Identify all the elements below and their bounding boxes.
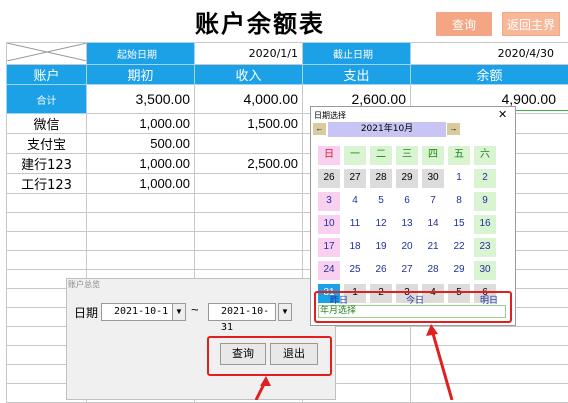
prev-month-button[interactable]: ←: [313, 123, 326, 135]
weekday-header: 二: [370, 146, 392, 165]
calendar-day[interactable]: 11: [344, 215, 366, 234]
calendar-day[interactable]: 14: [422, 215, 444, 234]
header-balance: 余额: [411, 65, 568, 85]
weekday-header: 五: [448, 146, 470, 165]
start-date-value[interactable]: 2020/1/1: [195, 43, 303, 65]
opening-cell[interactable]: 1,000.00: [87, 174, 195, 194]
income-cell[interactable]: [195, 134, 303, 154]
calendar-day[interactable]: 25: [344, 261, 366, 280]
calendar-day-other-month[interactable]: 30: [422, 169, 444, 188]
calendar-day[interactable]: 8: [448, 192, 470, 211]
calendar-day-other-month[interactable]: 29: [396, 169, 418, 188]
header-account: 账户: [7, 65, 87, 85]
calendar-day[interactable]: 28: [422, 261, 444, 280]
income-cell[interactable]: 2,500.00: [195, 154, 303, 174]
corner-cell: [7, 43, 87, 65]
income-cell[interactable]: [195, 174, 303, 194]
calendar-day[interactable]: 18: [344, 238, 366, 257]
total-income[interactable]: 4,000.00: [195, 85, 303, 114]
back-to-main-button[interactable]: 返回主界面: [502, 12, 560, 36]
calendar-day[interactable]: 10: [318, 215, 340, 234]
calendar-day[interactable]: 22: [448, 238, 470, 257]
next-month-button[interactable]: →: [447, 123, 460, 135]
dialog-title: 账户总览: [68, 279, 100, 290]
calendar-day[interactable]: 15: [448, 215, 470, 234]
calendar-day[interactable]: 30: [474, 261, 496, 280]
calendar-day[interactable]: 2: [474, 169, 496, 188]
calendar-day[interactable]: 20: [396, 238, 418, 257]
dropdown-arrow-icon: ▼: [175, 307, 183, 316]
weekday-header: 三: [396, 146, 418, 165]
calendar-day[interactable]: 13: [396, 215, 418, 234]
calendar-day[interactable]: 7: [422, 192, 444, 211]
arrow-head-icon: [426, 324, 438, 336]
query-button[interactable]: 查询: [436, 12, 492, 36]
opening-cell[interactable]: 1,000.00: [87, 114, 195, 134]
annotation-arrows: [230, 318, 550, 400]
end-date-label: 截止日期: [303, 43, 411, 65]
calendar-day[interactable]: 9: [474, 192, 496, 211]
income-cell[interactable]: 1,500.00: [195, 114, 303, 134]
selection-line: [516, 110, 568, 111]
picker-title: 日期选择: [314, 110, 346, 121]
calendar-day[interactable]: 26: [370, 261, 392, 280]
sheet-title: 账户余额表: [150, 4, 370, 38]
calendar-day[interactable]: 23: [474, 238, 496, 257]
arrow-head-icon: [260, 376, 271, 386]
header-opening: 期初: [87, 65, 195, 85]
weekday-header: 日: [318, 146, 340, 165]
calendar-day[interactable]: 29: [448, 261, 470, 280]
total-opening[interactable]: 3,500.00: [87, 85, 195, 114]
calendar-day[interactable]: 24: [318, 261, 340, 280]
calendar-day[interactable]: 12: [370, 215, 392, 234]
account-cell[interactable]: 建行123: [7, 154, 87, 174]
from-date-dropdown-button[interactable]: ▼: [172, 303, 186, 321]
calendar-day[interactable]: 1: [448, 169, 470, 188]
header-income: 收入: [195, 65, 303, 85]
arrow-icon: [432, 330, 452, 400]
from-date-input[interactable]: 2021-10-1: [101, 303, 173, 321]
account-cell[interactable]: 工行123: [7, 174, 87, 194]
calendar-day[interactable]: 27: [396, 261, 418, 280]
total-label: 合计: [7, 85, 87, 114]
diagonal-cross-icon: [7, 43, 87, 61]
weekday-header: 一: [344, 146, 366, 165]
calendar-day[interactable]: 3: [318, 192, 340, 211]
header-expense: 支出: [303, 65, 411, 85]
calendar-grid: 日一二三四五六262728293012345678910111213141516…: [316, 144, 504, 305]
calendar-day[interactable]: 21: [422, 238, 444, 257]
calendar-day[interactable]: 6: [396, 192, 418, 211]
calendar-day[interactable]: 17: [318, 238, 340, 257]
month-label[interactable]: 2021年10月: [328, 122, 446, 137]
account-cell[interactable]: 微信: [7, 114, 87, 134]
calendar-day[interactable]: 5: [370, 192, 392, 211]
date-label: 日期: [74, 304, 98, 321]
calendar-day[interactable]: 19: [370, 238, 392, 257]
end-date-value[interactable]: 2020/4/30: [411, 43, 568, 65]
account-cell[interactable]: 支付宝: [7, 134, 87, 154]
start-date-label: 起始日期: [87, 43, 195, 65]
calendar-day-other-month[interactable]: 28: [370, 169, 392, 188]
calendar-day-other-month[interactable]: 27: [344, 169, 366, 188]
weekday-header: 四: [422, 146, 444, 165]
year-month-select[interactable]: 年月选择: [318, 305, 506, 318]
opening-cell[interactable]: 500.00: [87, 134, 195, 154]
calendar-day[interactable]: 16: [474, 215, 496, 234]
close-icon[interactable]: ✕: [498, 108, 507, 121]
calendar-day[interactable]: 4: [344, 192, 366, 211]
dropdown-arrow-icon: ▼: [281, 307, 289, 316]
range-separator: ~: [191, 302, 199, 317]
calendar-day-other-month[interactable]: 26: [318, 169, 340, 188]
opening-cell[interactable]: 1,000.00: [87, 154, 195, 174]
weekday-header: 六: [474, 146, 496, 165]
